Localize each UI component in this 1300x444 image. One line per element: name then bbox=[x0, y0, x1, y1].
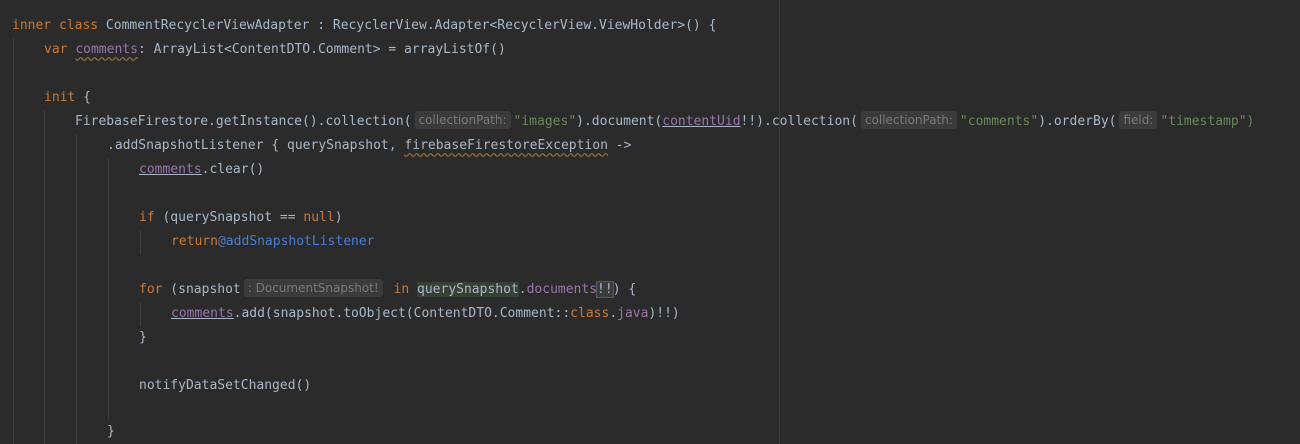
code-text: notifyDataSetChanged() bbox=[139, 378, 312, 393]
code-line-12[interactable]: notifyDataSetChanged() bbox=[139, 374, 311, 398]
code-line-11[interactable]: } bbox=[139, 326, 147, 350]
parameter-hint: collectionPath: bbox=[860, 111, 957, 129]
closing-brace: } bbox=[107, 424, 115, 439]
code-line-7[interactable]: if (querySnapshot == null) bbox=[139, 206, 343, 230]
code-text: . bbox=[609, 306, 618, 321]
code-line-10[interactable]: comments.add(snapshot.toObject(ContentDT… bbox=[171, 302, 680, 326]
code-line-4[interactable]: FirebaseFirestore.getInstance().collecti… bbox=[75, 110, 1254, 134]
keyword: if bbox=[139, 210, 155, 225]
code-text: ).document( bbox=[576, 114, 663, 129]
code-text: (querySnapshot == bbox=[154, 210, 304, 225]
property-reference: contentUid bbox=[662, 114, 741, 129]
code-line-6[interactable]: comments.clear() bbox=[139, 158, 264, 182]
code-line-3[interactable]: init { bbox=[44, 86, 91, 110]
property-reference: comments bbox=[139, 162, 202, 177]
parameter-hint: collectionPath: bbox=[414, 111, 511, 129]
code-text: { bbox=[75, 90, 91, 105]
property-name: comments bbox=[75, 42, 138, 57]
property-reference: documents bbox=[526, 282, 598, 297]
code-line-2[interactable]: var comments: ArrayList<ContentDTO.Comme… bbox=[44, 38, 506, 62]
indent-guide bbox=[108, 158, 109, 420]
code-line-9[interactable]: for (snapshot: DocumentSnapshot! in quer… bbox=[139, 278, 636, 302]
code-text: . bbox=[518, 282, 527, 297]
class-declaration: CommentRecyclerViewAdapter : RecyclerVie… bbox=[98, 18, 717, 33]
indent-guide bbox=[140, 230, 141, 254]
keyword: init bbox=[44, 90, 76, 105]
right-margin-guide bbox=[779, 0, 780, 444]
keyword: class bbox=[570, 306, 610, 321]
string-literal: "timestamp") bbox=[1160, 114, 1255, 129]
not-null-assertion: !! bbox=[596, 281, 614, 298]
indent-guide bbox=[140, 302, 141, 326]
parameter-hint: field: bbox=[1119, 111, 1158, 129]
code-text: ) { bbox=[612, 282, 637, 297]
code-text: -> bbox=[607, 138, 632, 153]
code-text: )!!) bbox=[648, 306, 680, 321]
property-reference: java bbox=[617, 306, 649, 321]
keyword: inner class bbox=[12, 18, 99, 33]
code-text: (snapshot bbox=[162, 282, 241, 297]
keyword: in bbox=[393, 282, 410, 297]
indent-guide bbox=[44, 110, 45, 444]
return-label: @addSnapshotListener bbox=[217, 234, 375, 249]
code-line-13[interactable]: } bbox=[107, 420, 115, 444]
code-text: .addSnapshotListener { querySnapshot, bbox=[107, 138, 405, 153]
code-text: !!).collection( bbox=[740, 114, 858, 129]
keyword: var bbox=[44, 42, 68, 57]
code-text: ).orderBy( bbox=[1038, 114, 1117, 129]
string-literal: "images" bbox=[513, 114, 577, 129]
type-hint: : DocumentSnapshot! bbox=[243, 279, 383, 297]
keyword: for bbox=[139, 282, 163, 297]
code-editor[interactable]: inner class CommentRecyclerViewAdapter :… bbox=[0, 0, 1300, 444]
code-text: ) bbox=[334, 210, 343, 225]
code-text: .add(snapshot.toObject(ContentDTO.Commen… bbox=[233, 306, 571, 321]
property-reference: comments bbox=[171, 306, 234, 321]
closing-brace: } bbox=[139, 330, 147, 345]
highlighted-reference: querySnapshot bbox=[417, 282, 519, 297]
code-line-5[interactable]: .addSnapshotListener { querySnapshot, fi… bbox=[107, 134, 631, 158]
code-text: FirebaseFirestore.getInstance().collecti… bbox=[75, 114, 412, 129]
code-line-8[interactable]: return@addSnapshotListener bbox=[171, 230, 375, 254]
type-declaration: : ArrayList<ContentDTO.Comment> = arrayL… bbox=[137, 42, 506, 57]
indent-guide bbox=[13, 38, 14, 444]
keyword: null bbox=[303, 210, 335, 225]
string-literal: "comments" bbox=[959, 114, 1039, 129]
indent-guide bbox=[76, 134, 77, 444]
code-text: .clear() bbox=[201, 162, 265, 177]
keyword: return bbox=[171, 234, 218, 249]
unused-parameter: firebaseFirestoreException bbox=[404, 138, 608, 153]
code-line-1[interactable]: inner class CommentRecyclerViewAdapter :… bbox=[12, 14, 716, 38]
